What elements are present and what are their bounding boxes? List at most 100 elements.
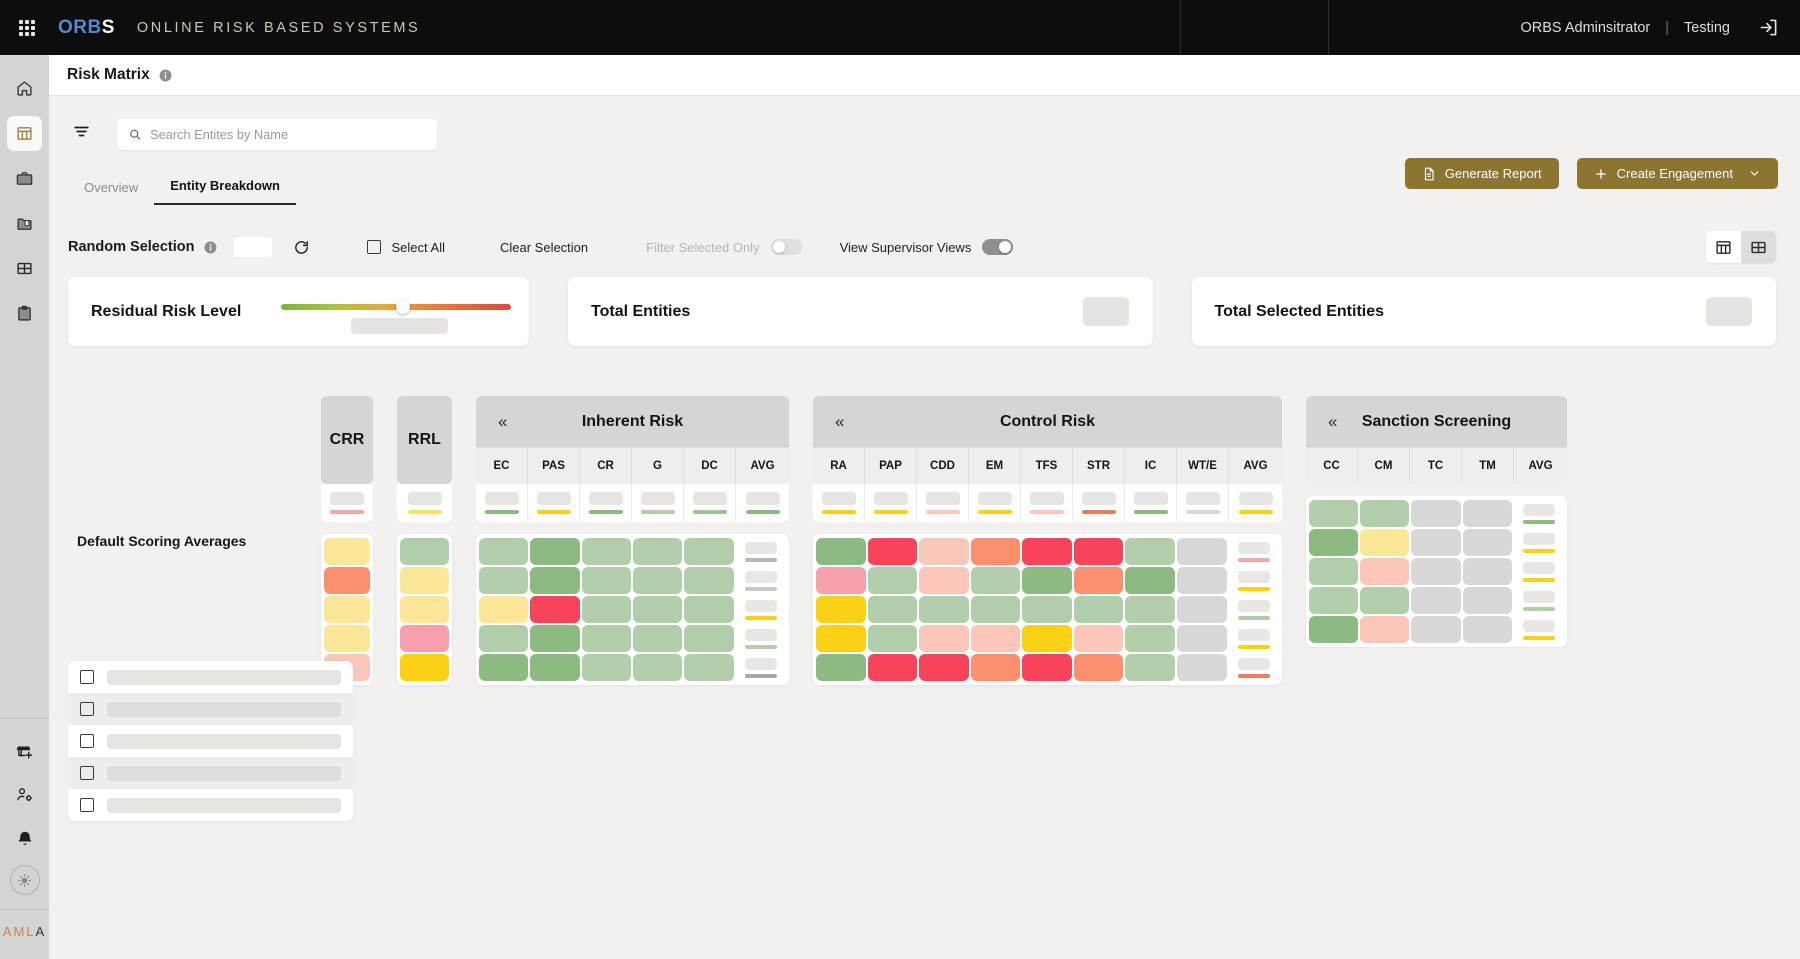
- filter-selected-only-toggle[interactable]: [770, 239, 802, 255]
- heat-cell[interactable]: [1073, 567, 1124, 594]
- heat-cell[interactable]: [1125, 654, 1175, 681]
- heat-cell[interactable]: [1176, 596, 1227, 623]
- heat-cell[interactable]: [581, 625, 631, 652]
- heat-cell[interactable]: [1022, 654, 1072, 681]
- heat-cell[interactable]: [816, 538, 866, 565]
- heat-cell[interactable]: [324, 567, 370, 594]
- heat-cell[interactable]: [867, 654, 918, 681]
- select-all-checkbox[interactable]: [366, 240, 381, 254]
- column-header-ra[interactable]: RA: [813, 447, 865, 484]
- heat-cell[interactable]: [1125, 538, 1175, 565]
- heat-cell[interactable]: [479, 625, 529, 652]
- search-input[interactable]: [150, 126, 425, 142]
- heat-cell[interactable]: [919, 654, 969, 681]
- heat-cell[interactable]: [1073, 596, 1124, 623]
- column-header-tm[interactable]: TM: [1462, 447, 1514, 484]
- random-selection-count-input[interactable]: [233, 237, 272, 257]
- heat-cell[interactable]: [1411, 529, 1461, 556]
- column-header-cm[interactable]: CM: [1358, 447, 1410, 484]
- heat-cell[interactable]: [1022, 538, 1072, 565]
- heat-cell[interactable]: [1022, 625, 1072, 652]
- residual-risk-slider[interactable]: [281, 300, 511, 334]
- filter-icon[interactable]: [68, 118, 95, 150]
- column-header-avg[interactable]: AVG: [1514, 447, 1567, 484]
- heat-cell[interactable]: [867, 596, 918, 623]
- sidebar-item-risk-matrix[interactable]: [7, 116, 42, 151]
- heat-cell[interactable]: [479, 654, 529, 681]
- refresh-random-selection-icon[interactable]: [293, 239, 310, 256]
- heat-cell[interactable]: [684, 654, 734, 681]
- random-selection-info-icon[interactable]: [204, 241, 217, 254]
- column-header-cdd[interactable]: CDD: [917, 447, 969, 484]
- heat-cell[interactable]: [1309, 558, 1359, 585]
- heat-cell[interactable]: [581, 567, 631, 594]
- view-supervisor-views-toggle[interactable]: [982, 239, 1014, 255]
- heat-cell[interactable]: [400, 538, 449, 565]
- entity-row-checkbox[interactable]: [80, 766, 94, 780]
- entity-row[interactable]: [68, 789, 353, 821]
- heat-cell[interactable]: [1360, 616, 1410, 643]
- info-icon[interactable]: [159, 69, 172, 82]
- theme-toggle-button[interactable]: [9, 865, 40, 895]
- heat-cell[interactable]: [479, 538, 529, 565]
- heat-cell[interactable]: [581, 538, 631, 565]
- heat-cell[interactable]: [530, 654, 580, 681]
- column-header-avg[interactable]: AVG: [736, 447, 789, 484]
- heat-cell[interactable]: [867, 538, 918, 565]
- column-header-pap[interactable]: PAP: [865, 447, 917, 484]
- sidebar-item-home[interactable]: [7, 71, 42, 106]
- heat-cell[interactable]: [970, 538, 1021, 565]
- heat-cell[interactable]: [1022, 596, 1072, 623]
- heat-cell[interactable]: [324, 625, 370, 652]
- column-header-ec[interactable]: EC: [476, 447, 528, 484]
- entity-row-checkbox[interactable]: [80, 702, 94, 716]
- create-engagement-button[interactable]: Create Engagement: [1576, 158, 1778, 189]
- heat-cell[interactable]: [530, 538, 580, 565]
- heat-cell[interactable]: [1411, 500, 1461, 527]
- heat-cell[interactable]: [1462, 587, 1512, 614]
- heat-cell[interactable]: [816, 567, 866, 594]
- heat-cell[interactable]: [400, 567, 449, 594]
- view-supervisor-views-control[interactable]: View Supervisor Views: [840, 239, 1014, 255]
- column-header-pas[interactable]: PAS: [528, 447, 580, 484]
- heat-cell[interactable]: [632, 538, 683, 565]
- entity-row-checkbox[interactable]: [80, 798, 94, 812]
- column-header-tc[interactable]: TC: [1410, 447, 1462, 484]
- heat-cell[interactable]: [1309, 529, 1359, 556]
- heat-cell[interactable]: [1309, 587, 1359, 614]
- sidebar-item-grid[interactable]: [7, 251, 42, 286]
- column-header-ic[interactable]: IC: [1125, 447, 1177, 484]
- heat-cell[interactable]: [1360, 500, 1410, 527]
- heat-cell[interactable]: [1309, 616, 1359, 643]
- heat-cell[interactable]: [1176, 654, 1227, 681]
- column-header-em[interactable]: EM: [969, 447, 1021, 484]
- heat-cell[interactable]: [867, 567, 918, 594]
- column-header-tfs[interactable]: TFS: [1021, 447, 1073, 484]
- heat-cell[interactable]: [632, 567, 683, 594]
- heat-cell[interactable]: [530, 567, 580, 594]
- apps-menu-button[interactable]: [0, 19, 54, 36]
- column-header-dc[interactable]: DC: [684, 447, 736, 484]
- heat-cell[interactable]: [970, 625, 1021, 652]
- tab-entity-breakdown[interactable]: Entity Breakdown: [154, 172, 296, 205]
- heat-cell[interactable]: [919, 538, 969, 565]
- heat-cell[interactable]: [919, 567, 969, 594]
- heat-cell[interactable]: [1073, 654, 1124, 681]
- entity-row[interactable]: [68, 757, 353, 789]
- column-header-g[interactable]: G: [632, 447, 684, 484]
- grid-view-icon[interactable]: [1741, 231, 1776, 263]
- heat-cell[interactable]: [324, 596, 370, 623]
- heat-cell[interactable]: [919, 625, 969, 652]
- heat-cell[interactable]: [684, 538, 734, 565]
- heat-cell[interactable]: [1073, 538, 1124, 565]
- heat-cell[interactable]: [1360, 558, 1410, 585]
- heat-cell[interactable]: [400, 654, 449, 681]
- heat-cell[interactable]: [1360, 529, 1410, 556]
- sidebar-item-add-store[interactable]: [7, 733, 42, 768]
- residual-risk-knob[interactable]: [395, 300, 410, 314]
- clear-selection-button[interactable]: Clear Selection: [500, 240, 588, 255]
- heat-cell[interactable]: [1176, 567, 1227, 594]
- heat-cell[interactable]: [1360, 587, 1410, 614]
- sidebar-item-engagements[interactable]: [7, 161, 42, 196]
- filter-selected-only-control[interactable]: Filter Selected Only: [646, 239, 802, 255]
